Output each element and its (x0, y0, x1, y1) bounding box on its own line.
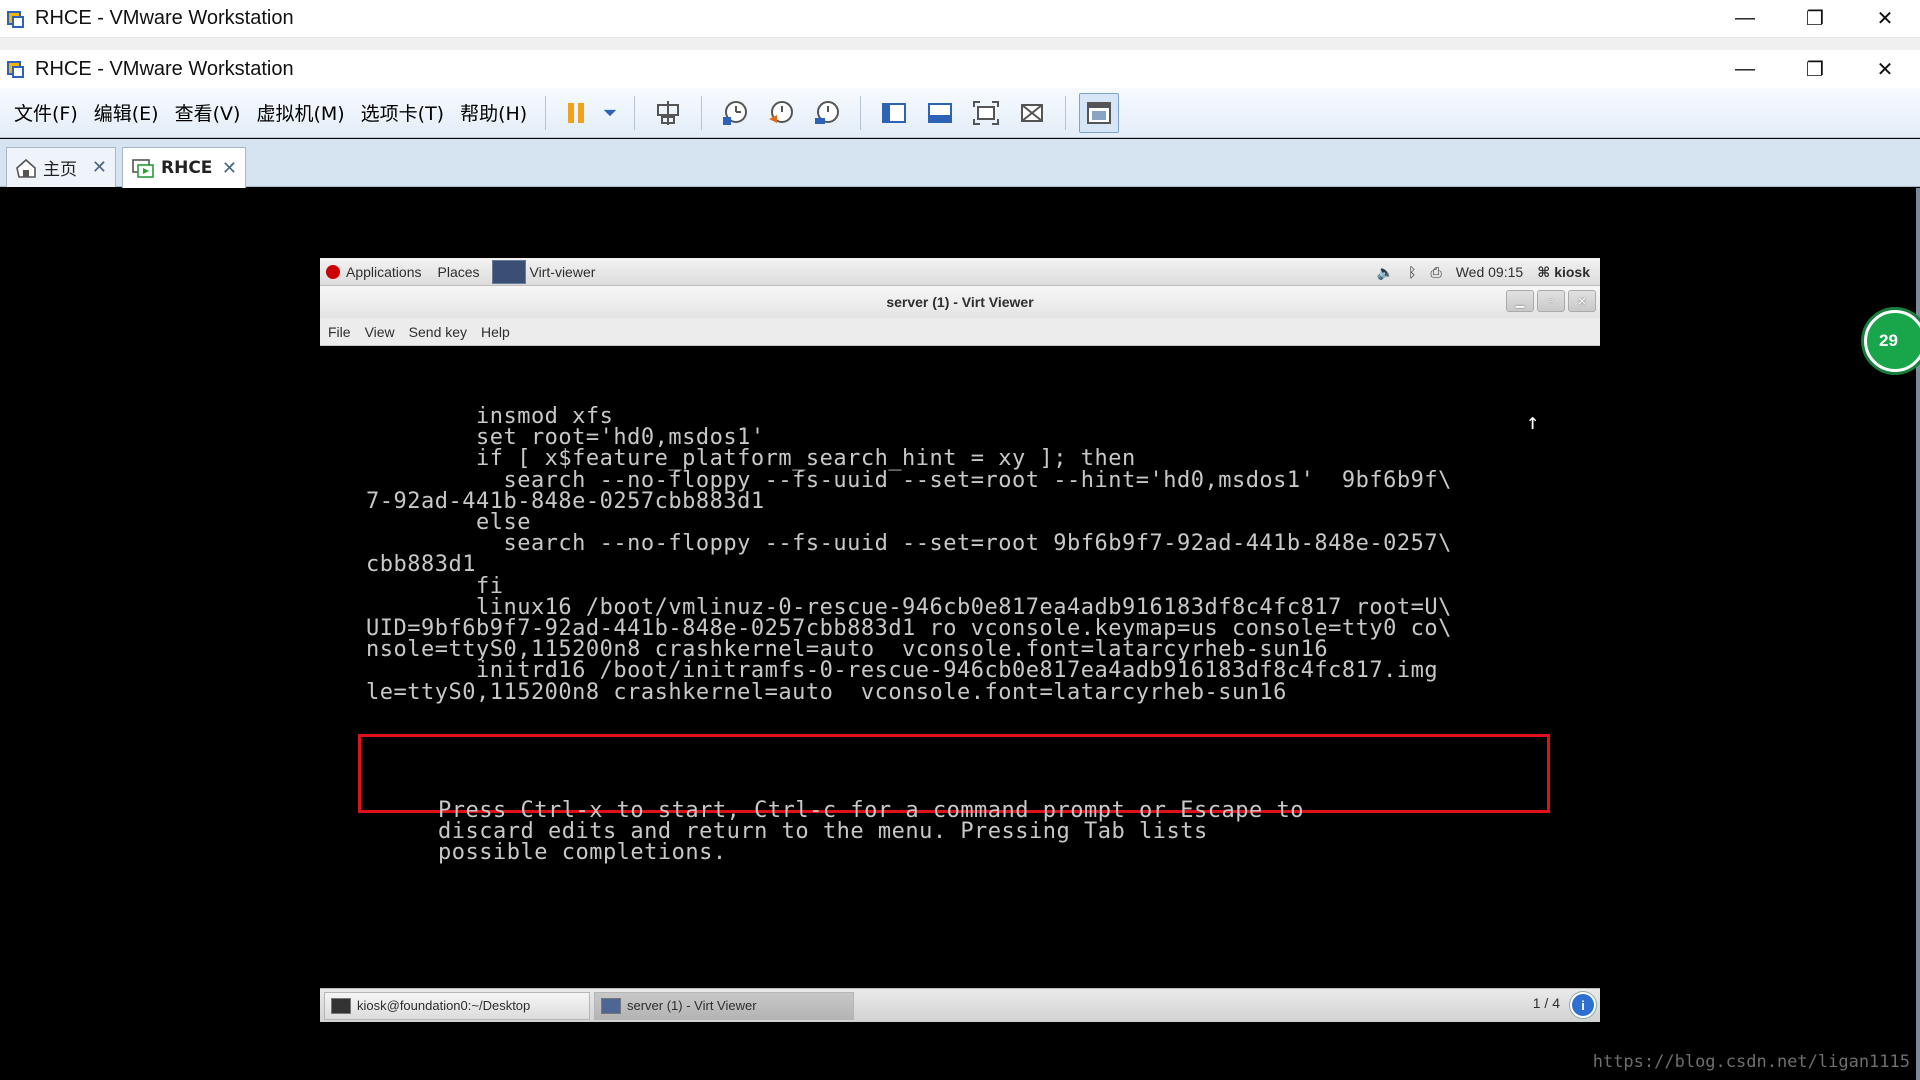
watermark: https://blog.csdn.net/ligan1115 (1592, 1052, 1910, 1072)
taskbar-terminal-label: kiosk@foundation0:~/Desktop (357, 998, 531, 1013)
virt-viewer-icon (601, 997, 621, 1014)
scroll-up-indicator: ↑ (1526, 410, 1540, 435)
vmware-icon (5, 8, 27, 30)
tab-bar: 主页 ✕ RHCE ✕ (0, 139, 1920, 188)
menu-edit[interactable]: 编辑(E) (86, 99, 167, 126)
active-task-label[interactable]: Virt-viewer (530, 264, 596, 280)
menu-file[interactable]: 文件(F) (6, 99, 86, 126)
unity-icon (1021, 103, 1044, 122)
vmware-icon (5, 58, 27, 80)
menu-tabs[interactable]: 选项卡(T) (353, 99, 452, 126)
hidden-toolbar-strip (0, 38, 1920, 50)
background-window-title: RHCE - VMware Workstation (35, 7, 294, 29)
vv-minimize-button[interactable]: ▁ (1506, 290, 1534, 312)
tab-home[interactable]: 主页 ✕ (6, 147, 116, 187)
menu-toolbar: 文件(F) 编辑(E) 查看(V) 虚拟机(M) 选项卡(T) 帮助(H) (0, 88, 1920, 138)
vv-close-button[interactable]: ✕ (1568, 290, 1596, 312)
fullscreen-button[interactable] (966, 93, 1006, 133)
snapshot-manager-button[interactable] (807, 93, 847, 133)
tab-home-label: 主页 (43, 160, 77, 180)
redhat-logo-icon (326, 264, 340, 279)
snapshot-manager-icon (815, 100, 840, 124)
console-line: le=ttyS0,115200n8 crashkernel=auto vcons… (366, 679, 1287, 705)
vv-menu-file[interactable]: File (328, 324, 351, 340)
menu-vm[interactable]: 虚拟机(M) (248, 99, 352, 126)
show-library-button[interactable] (874, 93, 914, 133)
vv-maximize-button[interactable]: ▫ (1537, 290, 1565, 312)
console-help-line: possible completions. (438, 840, 727, 866)
volume-icon[interactable]: 🔈 (1377, 264, 1394, 281)
pause-icon (568, 102, 585, 123)
toolbar-separator (860, 95, 862, 130)
send-ctrl-alt-del-button[interactable] (648, 93, 688, 133)
tab-rhce-label: RHCE (161, 158, 213, 178)
places-menu[interactable]: Places (438, 264, 480, 280)
taskbar-virt-viewer[interactable]: server (1) - Virt Viewer (594, 991, 854, 1020)
bluetooth-icon[interactable]: ᛒ (1408, 264, 1416, 280)
close-button[interactable]: ✕ (1850, 50, 1920, 88)
power-dropdown-button[interactable] (599, 93, 621, 133)
console-view-button[interactable] (1079, 92, 1120, 133)
console-view-icon (1087, 101, 1112, 124)
toolbar-separator (701, 95, 703, 130)
menu-help[interactable]: 帮助(H) (452, 99, 535, 126)
pause-button[interactable] (559, 93, 593, 133)
grub-edit-console[interactable]: insmod xfs set root='hd0,msdos1' if [ x$… (320, 346, 1600, 988)
snapshot-button[interactable] (715, 93, 755, 133)
minimize-button[interactable]: — (1710, 0, 1780, 37)
close-button[interactable]: ✕ (1850, 0, 1920, 37)
unity-button[interactable] (1012, 93, 1052, 133)
virt-viewer-window: Applications Places Virt-viewer 🔈 ᛒ ⎙ We… (320, 258, 1600, 1028)
vv-menu-send-key[interactable]: Send key (409, 324, 467, 340)
side-notification-badge[interactable]: 29 (1864, 310, 1920, 372)
user-menu-icon[interactable]: ⌘ (1537, 264, 1550, 281)
window-title: RHCE - VMware Workstation (35, 57, 294, 80)
taskbar-virt-viewer-label: server (1) - Virt Viewer (627, 998, 757, 1013)
vm-display[interactable]: 29 Applications Places Virt-viewer 🔈 ᛒ ⎙… (0, 188, 1920, 1080)
tab-home-close-icon[interactable]: ✕ (92, 157, 107, 178)
send-keys-icon (657, 100, 680, 125)
toolbar-separator (1065, 95, 1067, 130)
library-icon (882, 102, 907, 123)
user-menu[interactable]: kiosk (1554, 264, 1590, 280)
snapshot-clock-icon (723, 100, 748, 125)
vm-icon (132, 159, 154, 178)
workspace-pager[interactable]: 1 / 4 (1533, 995, 1560, 1011)
info-icon[interactable]: i (1570, 992, 1596, 1018)
gnome-bottom-taskbar: kiosk@foundation0:~/Desktop server (1) -… (320, 988, 1600, 1022)
tab-rhce[interactable]: RHCE ✕ (122, 147, 246, 188)
home-icon (16, 158, 36, 178)
revert-clock-icon (769, 100, 794, 123)
virt-viewer-thumbnail-icon (491, 259, 526, 284)
tab-rhce-close-icon[interactable]: ✕ (222, 158, 237, 179)
show-thumbnail-bar-button[interactable] (920, 93, 960, 133)
applications-menu[interactable]: Applications (346, 264, 422, 280)
background-window-titlebar: RHCE - VMware Workstation — ❐ ✕ (0, 0, 1920, 38)
virt-viewer-title: server (1) - Virt Viewer (886, 294, 1034, 310)
virt-viewer-titlebar: server (1) - Virt Viewer ▁ ▫ ✕ (320, 286, 1600, 318)
revert-snapshot-button[interactable] (761, 93, 801, 133)
taskbar-terminal[interactable]: kiosk@foundation0:~/Desktop (324, 991, 590, 1020)
console-line: search --no-floppy --fs-uuid --set=root … (366, 531, 1452, 557)
toolbar-separator (634, 95, 636, 130)
toolbar-separator (545, 95, 547, 130)
gnome-top-panel: Applications Places Virt-viewer 🔈 ᛒ ⎙ We… (320, 258, 1600, 286)
vv-menu-help[interactable]: Help (481, 324, 510, 340)
chevron-down-icon (603, 109, 617, 116)
terminal-icon (331, 997, 351, 1014)
network-icon[interactable]: ⎙ (1431, 264, 1442, 281)
thumbnail-bar-icon (928, 102, 953, 123)
fullscreen-icon (973, 100, 1000, 125)
minimize-button[interactable]: — (1710, 50, 1780, 88)
clock[interactable]: Wed 09:15 (1456, 264, 1523, 280)
virt-viewer-menubar: File View Send key Help (320, 318, 1600, 346)
restore-button[interactable]: ❐ (1780, 0, 1850, 37)
vv-menu-view[interactable]: View (365, 324, 395, 340)
menu-view[interactable]: 查看(V) (167, 99, 249, 126)
window-titlebar: RHCE - VMware Workstation — ❐ ✕ (0, 50, 1920, 88)
restore-button[interactable]: ❐ (1780, 50, 1850, 88)
